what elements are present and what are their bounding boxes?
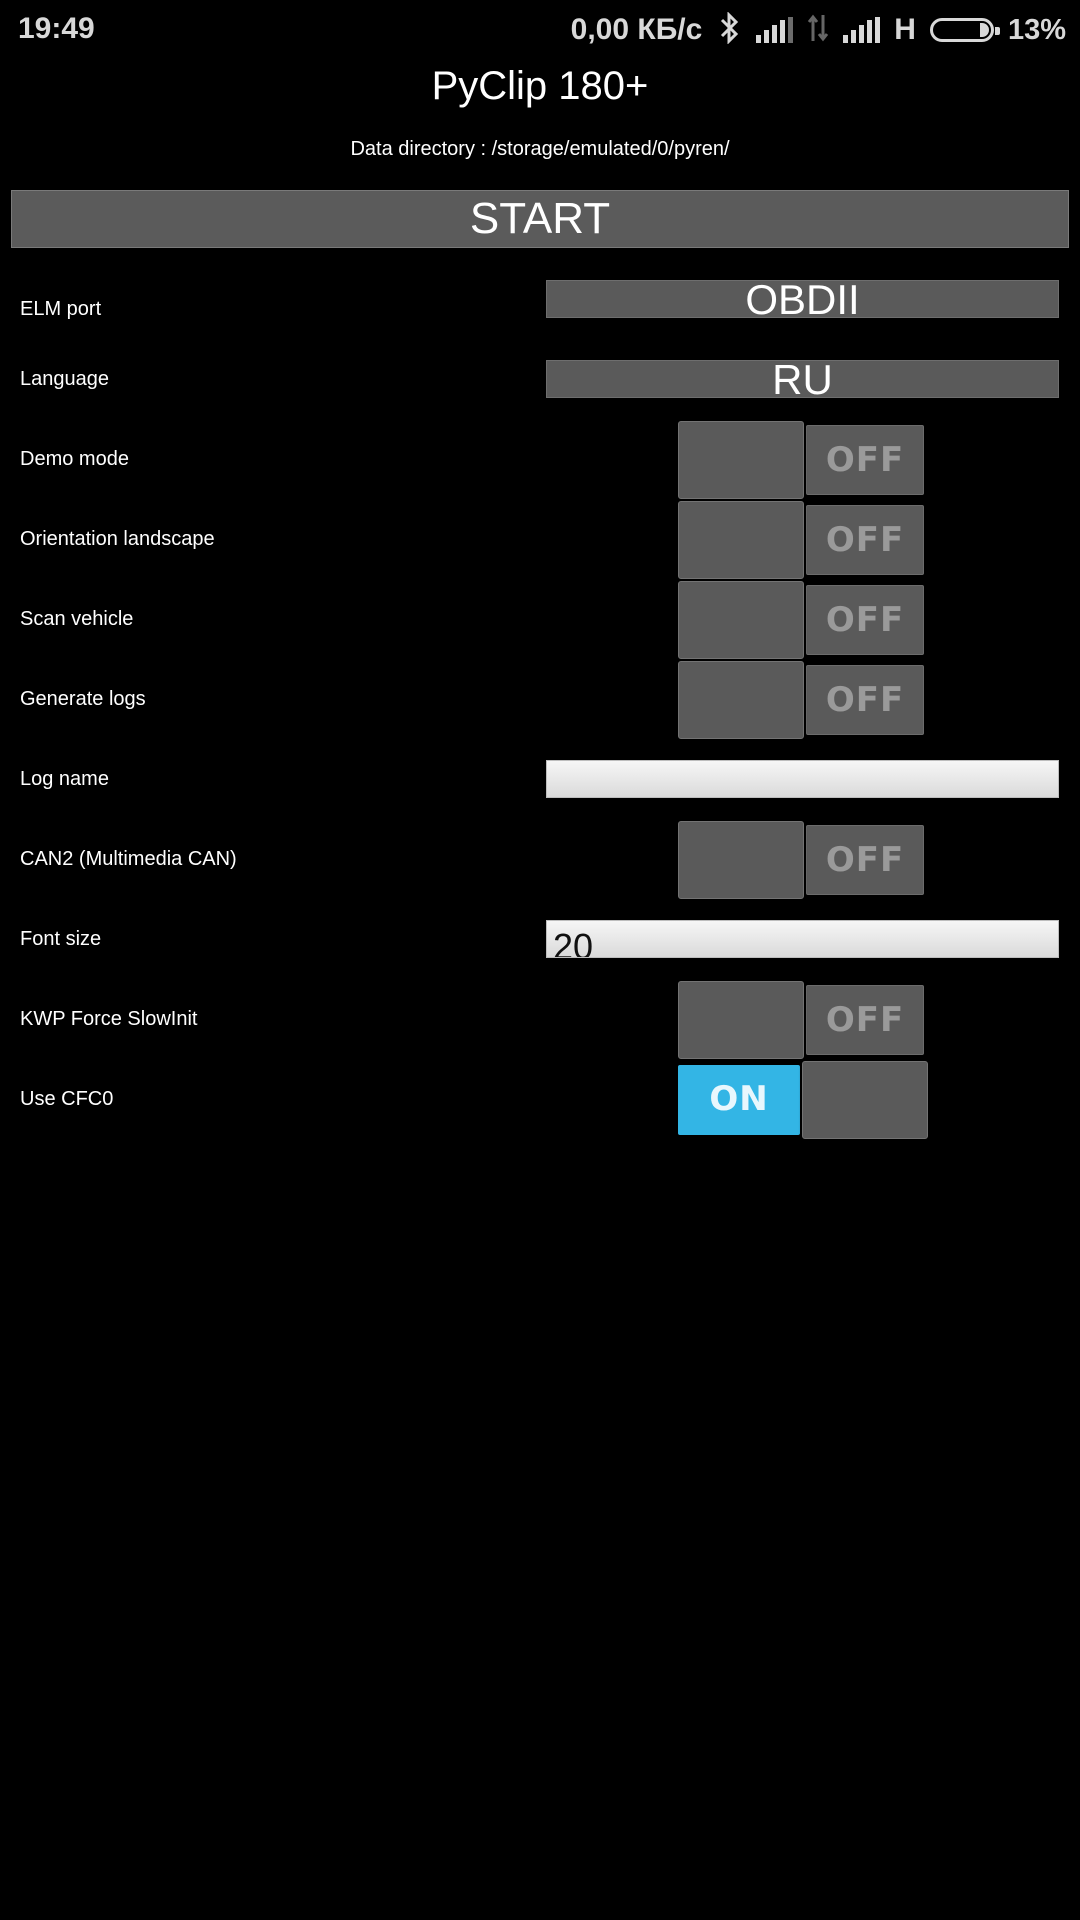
use-cfc0-label: Use CFC0 — [20, 1088, 114, 1110]
battery-icon — [929, 18, 1000, 42]
kwp-force-slowinit-label: KWP Force SlowInit — [20, 1008, 198, 1030]
network-speed: 0,00 КБ/с — [570, 13, 703, 46]
demo-mode-switch[interactable]: OFF — [678, 421, 932, 501]
demo-mode-label: Demo mode — [20, 448, 129, 470]
switch-thumb[interactable] — [678, 501, 804, 579]
generate-logs-switch[interactable]: OFF — [678, 661, 932, 741]
log-name-input[interactable] — [546, 760, 1059, 798]
switch-off-label: OFF — [806, 505, 924, 575]
switch-off-label: OFF — [806, 825, 924, 895]
switch-off-label: OFF — [806, 585, 924, 655]
switch-off-label: OFF — [806, 985, 924, 1055]
can2-label: CAN2 (Multimedia CAN) — [20, 848, 237, 870]
switch-thumb[interactable] — [678, 661, 804, 739]
use-cfc0-switch[interactable]: ON — [678, 1061, 932, 1141]
switch-off-label: OFF — [806, 425, 924, 495]
data-directory-text: Data directory : /storage/emulated/0/pyr… — [350, 138, 730, 160]
switch-thumb[interactable] — [678, 421, 804, 499]
app-title: PyClip 180+ — [431, 64, 649, 108]
switch-thumb[interactable] — [678, 821, 804, 899]
status-time: 19:49 — [18, 12, 95, 45]
language-label: Language — [20, 368, 109, 390]
switch-thumb[interactable] — [678, 981, 804, 1059]
font-size-label: Font size — [20, 928, 102, 950]
status-right-group: 0,00 КБ/с H 13% — [571, 10, 1066, 50]
start-button[interactable]: START — [11, 190, 1069, 248]
scan-vehicle-switch[interactable]: OFF — [678, 581, 932, 661]
switch-thumb[interactable] — [802, 1061, 928, 1139]
font-size-input[interactable]: 20 — [546, 920, 1059, 958]
network-type: H — [894, 13, 916, 46]
switch-on-label: ON — [678, 1065, 800, 1135]
log-name-label: Log name — [20, 768, 109, 790]
data-transfer-icon — [807, 13, 829, 48]
bluetooth-icon — [716, 10, 742, 49]
kwp-force-slowinit-switch[interactable]: OFF — [678, 981, 932, 1061]
can2-switch[interactable]: OFF — [678, 821, 932, 901]
switch-off-label: OFF — [806, 665, 924, 735]
status-bar: 19:49 0,00 КБ/с H 13% — [0, 0, 1080, 60]
orientation-landscape-label: Orientation landscape — [20, 528, 215, 550]
generate-logs-label: Generate logs — [20, 688, 146, 710]
language-spinner[interactable]: RU — [546, 360, 1059, 398]
signal-icon — [756, 17, 794, 43]
signal-icon — [843, 17, 881, 43]
scan-vehicle-label: Scan vehicle — [20, 608, 134, 630]
elm-port-label: ELM port — [20, 298, 102, 320]
battery-percent: 13% — [1007, 13, 1066, 46]
orientation-landscape-switch[interactable]: OFF — [678, 501, 932, 581]
elm-port-spinner[interactable]: OBDII — [546, 280, 1059, 318]
switch-thumb[interactable] — [678, 581, 804, 659]
